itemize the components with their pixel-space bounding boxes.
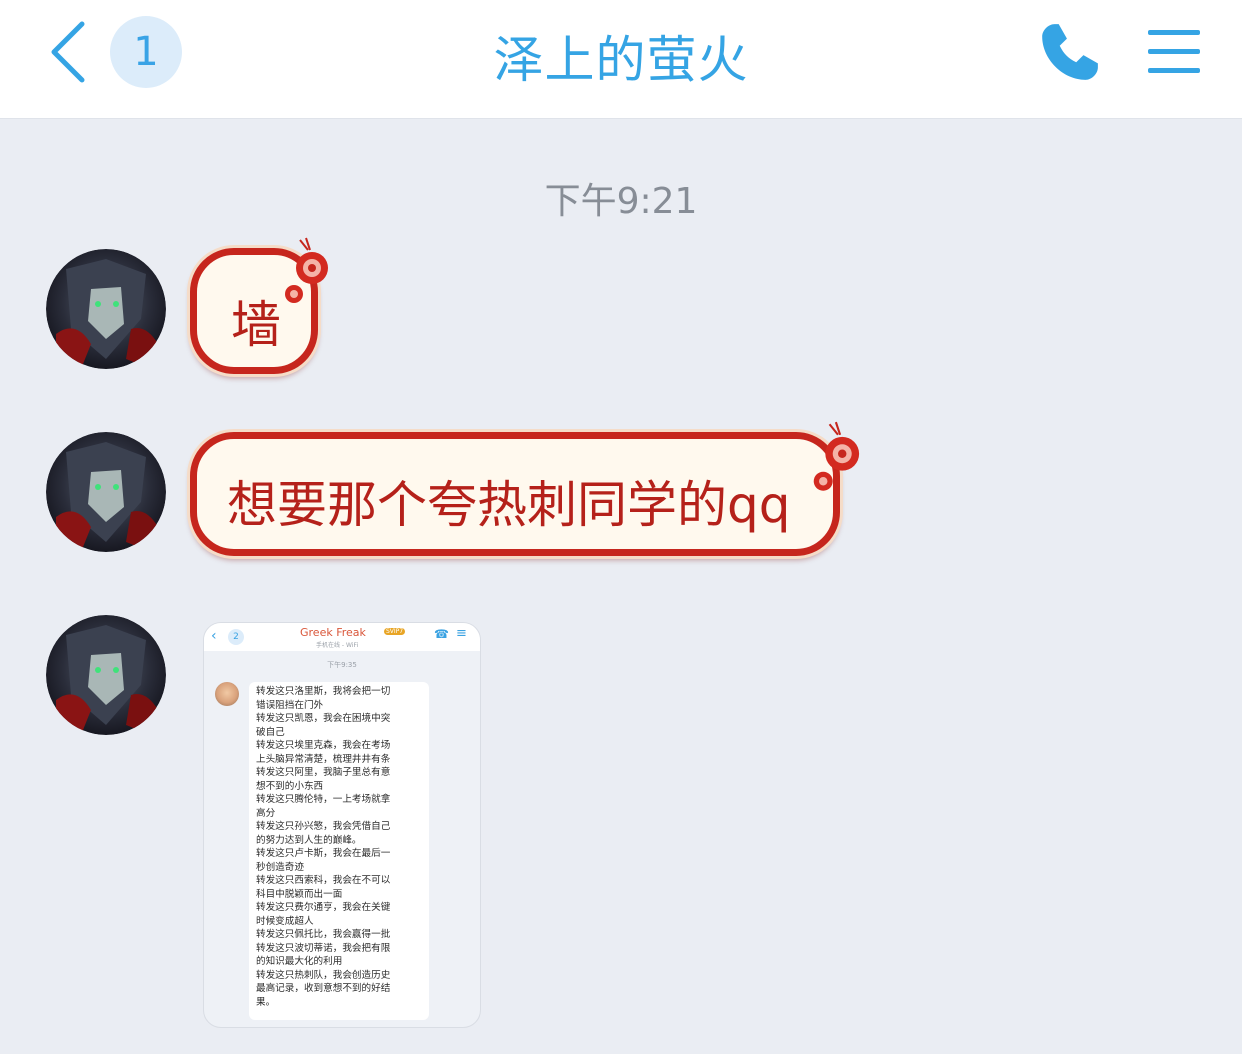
screenshot-line: 转发这只孙兴慜，我会凭借自己	[256, 821, 391, 832]
screenshot-line: 科目中脱颖而出一面	[256, 888, 343, 900]
avatar[interactable]	[46, 249, 166, 369]
message-text: 墙	[231, 296, 281, 354]
screenshot-avatar	[215, 682, 239, 706]
flower-decoration-icon	[285, 237, 328, 303]
screenshot-line: 最高记录，收到意想不到的好结	[256, 983, 391, 994]
screenshot-message-text: 转发这只洛里斯，我将会把一切 错误阻挡在门外 转发这只凯恩，我会在困境中突 破自…	[256, 685, 422, 1009]
screenshot-unread-badge: 2	[228, 629, 244, 645]
screenshot-line: 破自己	[256, 726, 285, 738]
screenshot-line: 的知识最大化的利用	[256, 956, 343, 967]
screenshot-header: ‹ 2 Greek Freak SVIP7 手机在线 - WiFi ☎ ≡	[204, 623, 480, 651]
phone-icon: ☎	[434, 627, 449, 641]
screenshot-line: 想不到的小东西	[256, 780, 324, 792]
screenshot-line: 转发这只埃里克森，我会在考场	[256, 740, 391, 751]
message-bubble[interactable]: 想要那个夸热刺同学的qq	[190, 432, 840, 556]
screenshot-line: 转发这只凯恩，我会在困境中突	[256, 713, 391, 724]
chevron-left-icon: ‹	[211, 628, 217, 644]
screenshot-line: 转发这只卢卡斯，我会在最后一	[256, 848, 391, 859]
screenshot-line: 的努力达到人生的巅峰。	[256, 834, 362, 846]
screenshot-line: 秒创造奇迹	[256, 861, 304, 873]
screenshot-line: 上头脑异常清楚，梳理井井有条	[256, 753, 391, 765]
chat-header: 1 泽上的萤火	[0, 0, 1242, 119]
screenshot-timestamp: 下午9:35	[327, 661, 357, 669]
avatar[interactable]	[46, 615, 166, 735]
image-message[interactable]: ‹ 2 Greek Freak SVIP7 手机在线 - WiFi ☎ ≡ 下午…	[203, 622, 481, 1028]
screenshot-line: 转发这只费尔通亨，我会在关键	[256, 902, 391, 913]
phone-icon[interactable]	[1036, 20, 1102, 86]
screenshot-subtitle: 手机在线 - WiFi	[316, 642, 359, 649]
screenshot-line: 错误阻挡在门外	[256, 699, 324, 711]
flower-decoration-icon	[813, 421, 860, 491]
screenshot-line: 转发这只阿里，我脑子里总有意	[256, 767, 391, 778]
menu-icon[interactable]	[1146, 26, 1202, 78]
screenshot-line: 转发这只洛里斯，我将会把一切	[256, 686, 391, 697]
screenshot-line: 转发这只佩托比，我会赢得一批	[256, 929, 391, 940]
screenshot-line: 高分	[256, 807, 276, 819]
screenshot-line: 转发这只西索科，我会在不可以	[256, 875, 391, 886]
screenshot-line: 时候变成超人	[256, 915, 314, 927]
screenshot-message-bubble: 转发这只洛里斯，我将会把一切 错误阻挡在门外 转发这只凯恩，我会在困境中突 破自…	[249, 682, 429, 1020]
vip-badge: SVIP7	[384, 628, 406, 635]
screenshot-line: 转发这只波切蒂诺，我会把有限	[256, 942, 391, 954]
screenshot-line: 转发这只热刺队，我会创造历史	[256, 969, 391, 981]
message-timestamp: 下午9:21	[544, 181, 698, 222]
message-text: 想要那个夸热刺同学的qq	[227, 476, 791, 534]
avatar[interactable]	[46, 432, 166, 552]
screenshot-line: 转发这只腾伦特，一上考场就拿	[256, 794, 391, 805]
screenshot-title: Greek Freak	[300, 626, 366, 639]
menu-icon: ≡	[456, 626, 467, 641]
screenshot-line: 果。	[256, 996, 276, 1008]
